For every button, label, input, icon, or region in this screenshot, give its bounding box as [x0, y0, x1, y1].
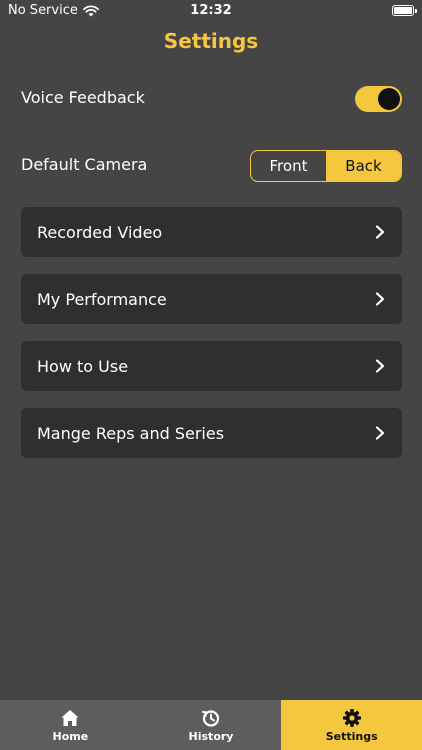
tab-label: Settings — [325, 729, 378, 743]
menu-item-manage-reps-and-series[interactable]: Mange Reps and Series — [21, 408, 402, 458]
tab-history[interactable]: History — [141, 700, 282, 750]
chevron-right-icon — [375, 292, 385, 306]
gear-icon — [342, 708, 361, 727]
chevron-right-icon — [375, 426, 385, 440]
tab-settings[interactable]: Settings — [281, 700, 422, 750]
menu-item-how-to-use[interactable]: How to Use — [21, 341, 402, 391]
page-title: Settings — [163, 29, 259, 53]
camera-option-front[interactable]: Front — [251, 151, 326, 181]
tab-home[interactable]: Home — [0, 700, 141, 750]
menu-item-label: My Performance — [37, 289, 167, 309]
history-icon — [202, 709, 220, 727]
status-time: 12:32 — [190, 3, 232, 18]
default-camera-label: Default Camera — [21, 155, 148, 174]
tab-label: Home — [52, 729, 89, 743]
settings-screen: No Service 12:32 Settings Voice Feedback… — [0, 0, 422, 750]
menu-item-label: Recorded Video — [37, 222, 163, 242]
menu-item-recorded-video[interactable]: Recorded Video — [21, 207, 402, 257]
default-camera-segmented-control: Front Back — [250, 150, 402, 182]
voice-feedback-toggle[interactable] — [355, 86, 402, 112]
toggle-knob — [378, 88, 400, 110]
voice-feedback-label: Voice Feedback — [21, 88, 145, 107]
home-icon — [61, 709, 79, 726]
battery-icon — [392, 5, 417, 16]
tab-bar: Home History Settings — [0, 700, 422, 750]
tab-label: History — [188, 729, 234, 743]
menu-item-label: Mange Reps and Series — [37, 423, 225, 443]
camera-option-back[interactable]: Back — [326, 151, 401, 181]
menu-item-my-performance[interactable]: My Performance — [21, 274, 402, 324]
chevron-right-icon — [375, 225, 385, 239]
chevron-right-icon — [375, 359, 385, 373]
status-bar: No Service 12:32 — [0, 0, 422, 22]
menu-item-label: How to Use — [37, 356, 129, 376]
